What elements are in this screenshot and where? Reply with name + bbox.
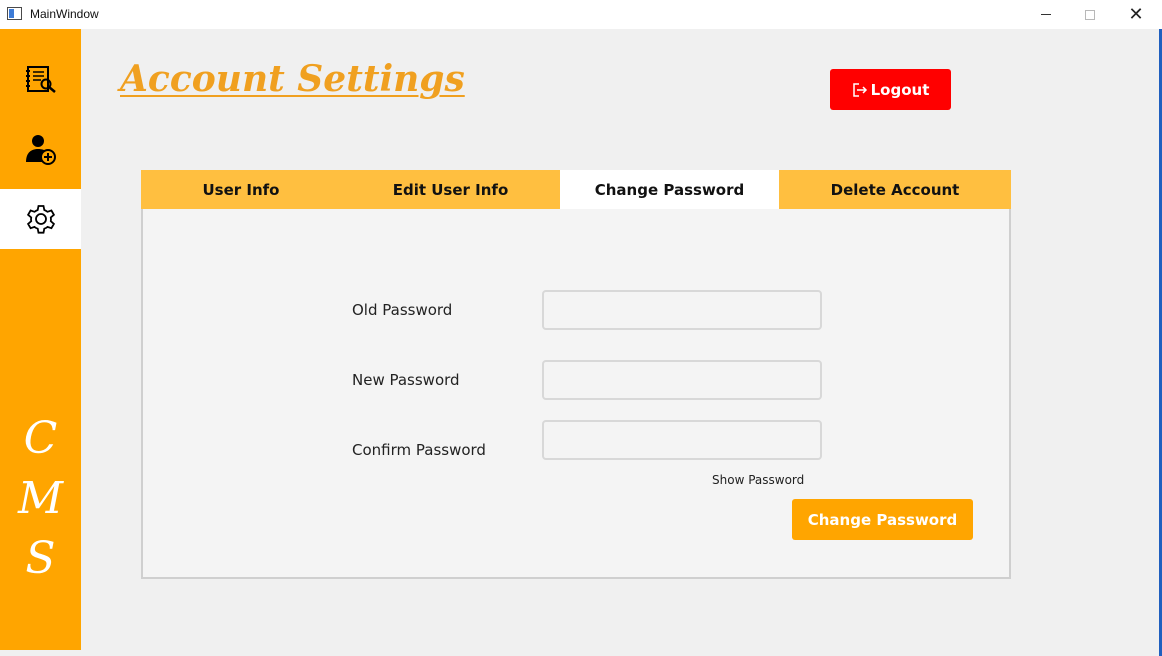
window-titlebar: MainWindow ✕ bbox=[0, 0, 1162, 29]
brand-letter-c: C bbox=[23, 413, 58, 464]
new-password-label: New Password bbox=[352, 371, 460, 389]
app-window-icon bbox=[7, 7, 22, 20]
new-password-input[interactable] bbox=[542, 360, 822, 400]
tab-edit-user-info[interactable]: Edit User Info bbox=[341, 170, 560, 210]
sidebar-item-notes[interactable] bbox=[0, 49, 81, 109]
tab-delete-account[interactable]: Delete Account bbox=[779, 170, 1011, 210]
old-password-input[interactable] bbox=[542, 290, 822, 330]
sidebar-item-add-user[interactable] bbox=[0, 119, 81, 179]
change-password-button[interactable]: Change Password bbox=[792, 499, 973, 540]
add-user-icon bbox=[25, 135, 56, 165]
window-title: MainWindow bbox=[30, 7, 99, 21]
notebook-icon bbox=[25, 66, 56, 93]
maximize-button[interactable] bbox=[1067, 0, 1113, 29]
logout-label: Logout bbox=[870, 80, 930, 99]
confirm-password-input[interactable] bbox=[542, 420, 822, 460]
brand-logo: C M S bbox=[0, 409, 81, 589]
close-button[interactable]: ✕ bbox=[1113, 0, 1159, 29]
close-icon: ✕ bbox=[1128, 4, 1144, 25]
maximize-icon bbox=[1085, 9, 1095, 20]
confirm-password-label: Confirm Password bbox=[352, 441, 486, 459]
sidebar: C M S bbox=[0, 29, 81, 650]
logout-icon bbox=[852, 82, 867, 97]
settings-tabs: User Info Edit User Info Change Password… bbox=[141, 170, 1011, 210]
brand-letter-s: S bbox=[25, 533, 56, 584]
minimize-icon bbox=[1041, 14, 1051, 15]
logout-button[interactable]: Logout bbox=[830, 69, 951, 110]
show-password-toggle[interactable]: Show Password bbox=[712, 473, 804, 487]
gear-icon bbox=[26, 205, 55, 234]
brand-letter-m: M bbox=[17, 473, 64, 524]
old-password-label: Old Password bbox=[352, 301, 453, 319]
minimize-button[interactable] bbox=[1023, 0, 1069, 29]
page-title: Account Settings bbox=[120, 58, 465, 100]
tab-change-password[interactable]: Change Password bbox=[560, 170, 779, 210]
sidebar-item-settings[interactable] bbox=[0, 189, 81, 249]
tab-user-info[interactable]: User Info bbox=[141, 170, 341, 210]
